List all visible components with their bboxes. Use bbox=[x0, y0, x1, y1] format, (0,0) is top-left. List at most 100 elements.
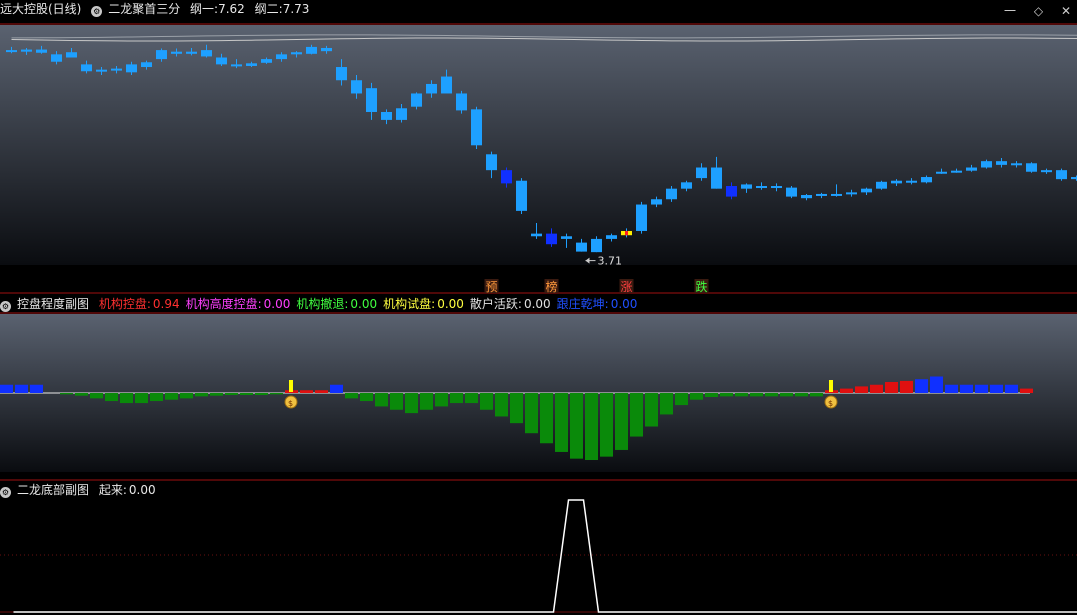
candle-body-highlight bbox=[621, 230, 632, 236]
candle-body bbox=[261, 59, 272, 63]
candle-body bbox=[771, 186, 782, 189]
hist-bar bbox=[945, 384, 958, 393]
low-arrow-head bbox=[585, 257, 590, 264]
hist-bar bbox=[810, 393, 823, 397]
legend-item: 机构试盘: 0.00 bbox=[383, 297, 464, 311]
hist-bar bbox=[285, 390, 298, 393]
money-bag-symbol: $ bbox=[288, 399, 293, 408]
hist-bar bbox=[600, 393, 613, 457]
gang2-label: 纲二: bbox=[254, 2, 283, 16]
restore-icon[interactable]: ◇ bbox=[1034, 4, 1043, 18]
sub2-label: 起来: bbox=[98, 483, 127, 497]
signal-label: 榜 bbox=[546, 279, 558, 294]
candle-body bbox=[396, 108, 407, 120]
candle-body bbox=[936, 171, 947, 174]
candle-body bbox=[1011, 163, 1022, 166]
candle-body bbox=[141, 62, 152, 68]
candle-body bbox=[981, 161, 992, 168]
legend-item: 散户活跃: 0.00 bbox=[470, 297, 551, 311]
hist-bar bbox=[315, 390, 328, 393]
close-icon[interactable]: ✕ bbox=[1061, 4, 1071, 18]
hist-bar bbox=[720, 393, 733, 397]
hist-bar bbox=[780, 393, 793, 397]
hist-bar bbox=[360, 393, 373, 402]
signal-label: 跌 bbox=[696, 279, 708, 294]
legend-label: 散户活跃: bbox=[469, 297, 522, 311]
candle-body bbox=[156, 50, 167, 60]
hist-bar bbox=[300, 390, 313, 393]
candle-body bbox=[801, 195, 812, 199]
hist-bar bbox=[930, 376, 943, 393]
candle-body bbox=[471, 109, 482, 146]
candle-body bbox=[696, 167, 707, 179]
hist-bar bbox=[510, 393, 523, 424]
hist-bar bbox=[195, 393, 208, 397]
candle-body bbox=[996, 161, 1007, 165]
hist-bar bbox=[120, 393, 133, 404]
candle-body bbox=[681, 182, 692, 189]
hist-bar bbox=[735, 393, 748, 397]
candle-body bbox=[756, 186, 767, 189]
hist-bar bbox=[345, 393, 358, 399]
settings-gear-icon[interactable]: ⚙ bbox=[91, 6, 103, 17]
indicator-name[interactable]: 二龙聚首三分 bbox=[108, 2, 180, 16]
candle-body bbox=[951, 170, 962, 173]
minimize-icon[interactable]: 一 bbox=[1004, 4, 1016, 18]
candle-body bbox=[111, 68, 122, 71]
candle-body bbox=[786, 187, 797, 197]
hist-bar bbox=[225, 393, 238, 396]
concept-tag: 【主题概念】 bbox=[4, 27, 77, 41]
hist-bar bbox=[210, 393, 223, 396]
legend-item: 机构撤退: 0.00 bbox=[296, 297, 377, 311]
legend-value: 0.00 bbox=[523, 297, 551, 311]
hist-bar bbox=[885, 382, 898, 393]
candle-body bbox=[1071, 177, 1077, 180]
main-chart-header: 远大控股(日线) ⚙ 二龙聚首三分 纲一:7.62 纲二:7.73 bbox=[0, 0, 315, 18]
hist-bar bbox=[870, 384, 883, 393]
candle-body bbox=[741, 184, 752, 189]
signal-box bbox=[484, 279, 499, 293]
gang2-value: 7.73 bbox=[282, 2, 310, 16]
hist-bar bbox=[540, 393, 553, 444]
hist-bar bbox=[525, 393, 538, 434]
sub2-value: 0.00 bbox=[128, 483, 156, 497]
legend-value: 0.00 bbox=[263, 297, 291, 311]
legend-value: 0.94 bbox=[152, 297, 180, 311]
hist-bar bbox=[330, 384, 343, 393]
hist-bar bbox=[915, 379, 928, 393]
hist-bar bbox=[660, 393, 673, 415]
legend-value: 0.00 bbox=[437, 297, 464, 311]
candle-body bbox=[486, 154, 497, 171]
candle-body bbox=[381, 111, 392, 120]
sub1-title[interactable]: 控盘程度副图 bbox=[17, 297, 89, 311]
legend-item: 跟庄乾坤: 0.00 bbox=[557, 297, 638, 311]
legend-item: 机构控盘: 0.94 bbox=[99, 297, 180, 311]
legend-label: 机构高度控盘: bbox=[185, 297, 262, 311]
sub1-panel-bg bbox=[0, 314, 1077, 472]
candle-body bbox=[921, 177, 932, 183]
hist-bar bbox=[15, 384, 28, 393]
hist-bar bbox=[990, 384, 1003, 393]
sub1-settings-icon[interactable]: ⚙ bbox=[0, 301, 11, 312]
candle-body bbox=[891, 180, 902, 184]
candle-body bbox=[606, 235, 617, 239]
hist-bar bbox=[1005, 384, 1018, 393]
candle-body bbox=[846, 192, 857, 195]
candle-body bbox=[711, 167, 722, 189]
gang1-value: 7.62 bbox=[218, 2, 245, 16]
legend-label: 机构控盘: bbox=[98, 297, 151, 311]
sub2-settings-icon[interactable]: ⚙ bbox=[0, 487, 11, 498]
candle-body bbox=[351, 80, 362, 94]
legend-label: 机构撤退: bbox=[296, 297, 349, 311]
candle-body bbox=[906, 180, 917, 183]
hist-bar bbox=[570, 393, 583, 459]
hist-bar bbox=[750, 393, 763, 397]
candle-body bbox=[666, 188, 677, 200]
sub2-title[interactable]: 二龙底部副图 bbox=[17, 483, 89, 497]
candle-body bbox=[456, 93, 467, 111]
stock-name[interactable]: 远大控股(日线) bbox=[0, 2, 81, 16]
hist-bar bbox=[975, 384, 988, 393]
hist-bar bbox=[615, 393, 628, 450]
candle-body bbox=[366, 88, 377, 112]
candle-body bbox=[126, 64, 137, 73]
